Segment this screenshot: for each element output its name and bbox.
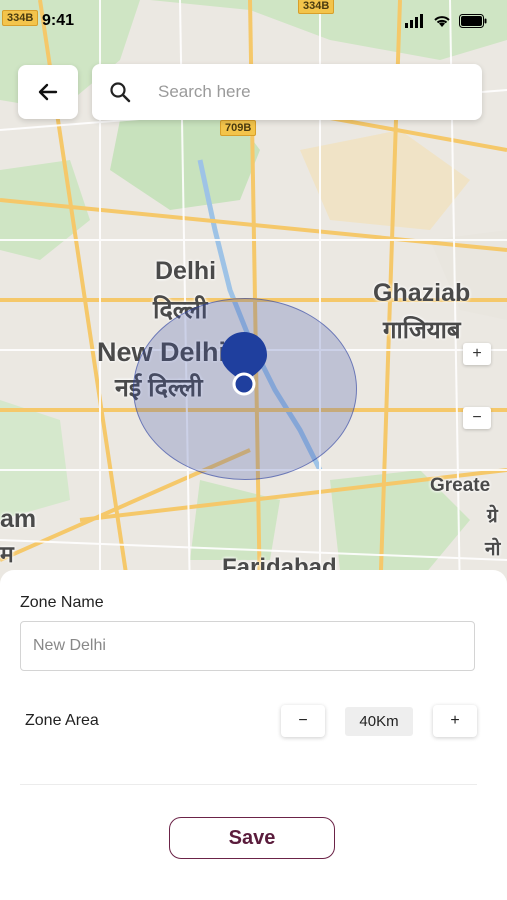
- zoom-in-button[interactable]: +: [463, 343, 491, 365]
- arrow-left-icon: [38, 83, 58, 101]
- map-label-gurugram: am: [0, 505, 37, 533]
- map-label-greater-hi: ग्रे: [487, 506, 498, 527]
- map-label-greater: Greate: [430, 475, 491, 496]
- zone-form-sheet: Zone Name Zone Area − 40Km + Save: [0, 570, 507, 900]
- search-icon: [110, 82, 131, 103]
- divider: [20, 784, 477, 785]
- zone-area-label: Zone Area: [25, 712, 99, 729]
- zone-name-field[interactable]: [20, 621, 475, 671]
- zone-name-label: Zone Name: [20, 594, 104, 611]
- back-button[interactable]: [18, 65, 78, 119]
- search-bar[interactable]: [92, 64, 482, 120]
- status-bar: 9:41: [0, 0, 507, 44]
- signal-icon: [405, 14, 423, 28]
- location-pin-icon[interactable]: [218, 330, 270, 396]
- road-badge: 709B: [220, 120, 257, 136]
- wifi-icon: [434, 16, 450, 27]
- map-label-ghaziabad: Ghaziab: [373, 279, 471, 307]
- zone-area-decrement-button[interactable]: −: [281, 705, 325, 737]
- zone-area-value: 40Km: [345, 707, 413, 736]
- search-input[interactable]: [156, 81, 440, 103]
- map-label-gurugram-hi: म: [0, 541, 14, 567]
- map-label-ghaziabad-hi: गाजियाब: [383, 317, 461, 344]
- zone-area-increment-button[interactable]: +: [433, 705, 477, 737]
- battery-icon: [459, 14, 487, 28]
- status-time: 9:41: [42, 12, 75, 29]
- status-icons: [405, 14, 487, 28]
- zoom-out-button[interactable]: −: [463, 407, 491, 429]
- save-button[interactable]: Save: [169, 817, 335, 859]
- map-label-delhi: Delhi: [155, 257, 217, 285]
- map-label-greater-hi2: नो: [485, 539, 501, 560]
